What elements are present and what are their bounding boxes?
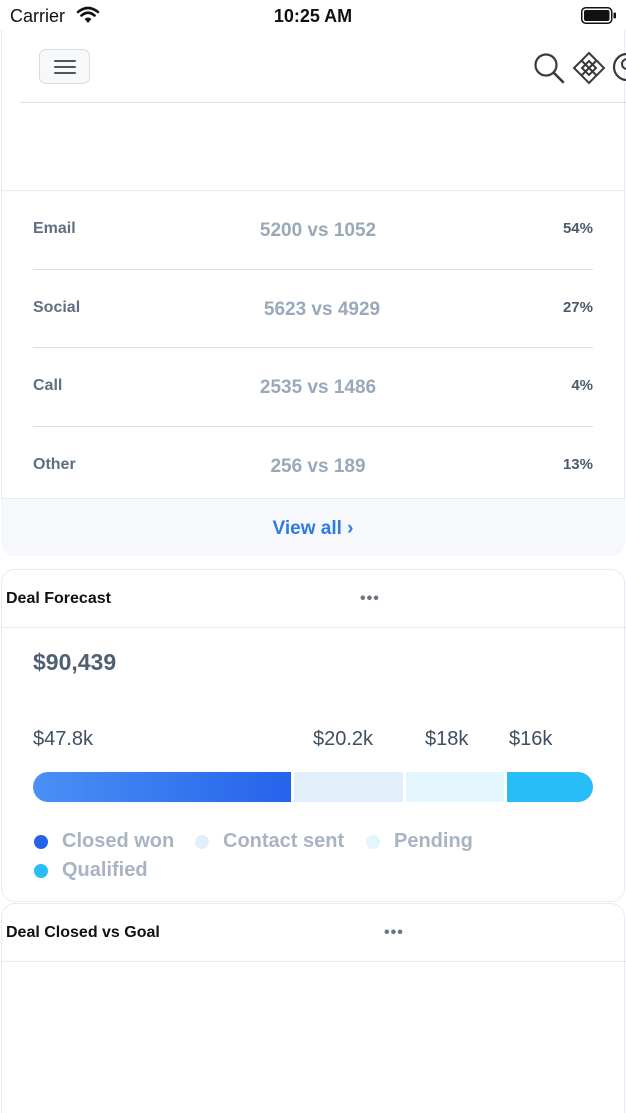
channel-compare: 2535 vs 1486	[259, 377, 377, 398]
card-title: Deal Closed vs Goal	[6, 924, 160, 941]
segment-amount: $47.8k	[33, 728, 94, 750]
legend-label: Qualified	[62, 859, 148, 881]
forecast-total: $90,439	[33, 649, 117, 675]
more-options-icon[interactable]: •••	[360, 590, 380, 608]
user-avatar-icon[interactable]	[612, 51, 626, 83]
status-bar: Carrier 10:25 AM	[0, 0, 626, 32]
channel-row: Email 5200 vs 1052 54%	[33, 220, 593, 298]
segment-amount: $18k	[425, 728, 469, 750]
channel-percent: 4%	[571, 377, 593, 394]
battery-icon	[581, 7, 616, 24]
channel-compare: 5623 vs 4929	[263, 299, 381, 320]
forecast-segment	[33, 772, 292, 802]
legend-label: Pending	[394, 830, 473, 852]
forecast-segment	[406, 772, 504, 802]
more-options-icon[interactable]: •••	[384, 924, 404, 942]
hamburger-icon	[54, 60, 76, 62]
search-icon[interactable]	[533, 52, 565, 84]
row-divider	[33, 347, 593, 348]
deal-closed-vs-goal-card: Deal Closed vs Goal •••	[1, 903, 626, 1113]
card-title: Deal Forecast	[6, 590, 111, 607]
forecast-stacked-bar	[33, 772, 593, 802]
channel-compare: 256 vs 189	[270, 456, 366, 477]
forecast-segment	[506, 772, 593, 802]
legend-dot	[366, 835, 380, 849]
channel-percent: 27%	[562, 299, 593, 316]
channels-footer: View all ›	[1, 498, 625, 556]
clock: 10:25 AM	[273, 6, 353, 26]
channel-row: Call 2535 vs 1486 4%	[33, 377, 593, 455]
legend-dot	[195, 835, 209, 849]
card-header-divider	[2, 627, 626, 628]
channel-percent: 13%	[562, 456, 593, 473]
row-divider	[33, 269, 593, 270]
channel-row: Social 5623 vs 4929 27%	[33, 299, 593, 377]
legend-label: Closed won	[62, 830, 175, 852]
legend-dot	[34, 835, 48, 849]
menu-button[interactable]	[39, 49, 90, 84]
segment-amount: $20.2k	[313, 728, 374, 750]
row-divider	[33, 426, 593, 427]
card-divider	[1, 190, 625, 191]
view-all-link[interactable]: View all ›	[1, 518, 625, 540]
header-divider	[20, 102, 626, 103]
legend-dot	[34, 864, 48, 878]
apps-icon[interactable]	[572, 51, 606, 85]
dashboard-screen: Carrier 10:25 AM Email 5200 vs 1052 54% …	[0, 0, 626, 1113]
channel-percent: 54%	[562, 220, 593, 237]
segment-amount: $16k	[509, 728, 553, 750]
card-header-divider	[2, 961, 626, 962]
channel-compare: 5200 vs 1052	[259, 220, 377, 241]
legend-label: Contact sent	[223, 830, 345, 852]
forecast-segment	[294, 772, 404, 802]
